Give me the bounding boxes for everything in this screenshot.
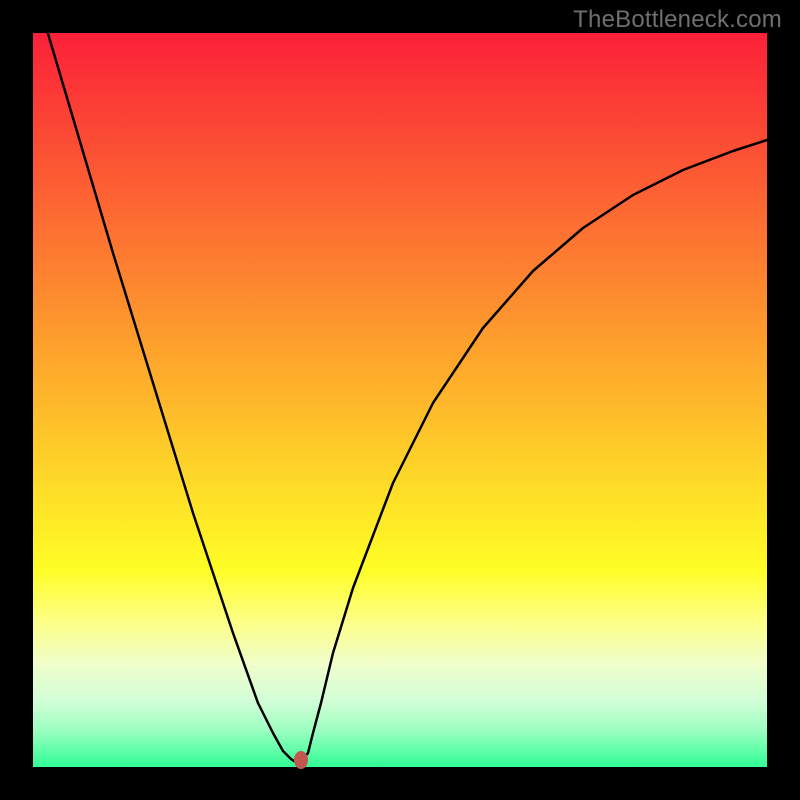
watermark-text: TheBottleneck.com [573, 6, 782, 34]
bottleneck-curve [33, 33, 767, 767]
plot-area [33, 33, 767, 767]
chart-frame: TheBottleneck.com [0, 0, 800, 800]
minimum-marker [294, 751, 308, 769]
